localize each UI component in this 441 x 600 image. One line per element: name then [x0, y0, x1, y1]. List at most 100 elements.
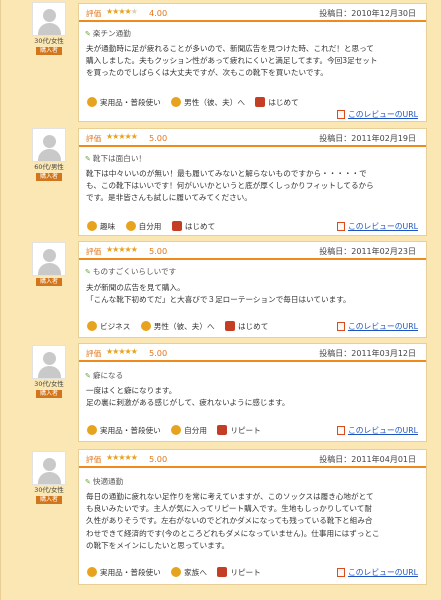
review-title: ✎ ものすごくいらしいです	[85, 267, 177, 276]
review-title: ✎ 癖になる	[85, 371, 124, 380]
gift-icon	[217, 425, 228, 435]
gift-icon	[255, 97, 266, 107]
tag-usage: ビジネス	[100, 322, 131, 331]
pencil-icon: ✎	[85, 372, 91, 380]
posted-date: 投稿日：2010年12月30日	[319, 9, 416, 18]
review-body: 一度はくと癖になります。 足の裏に刺激がある感じがして、疲れないように感じます。	[86, 386, 290, 408]
smile-icon	[87, 425, 97, 435]
link-icon	[336, 109, 345, 119]
rating-label: 評価	[86, 349, 102, 358]
tag-purchase: はじめて	[268, 98, 299, 107]
review-header: 評価 ★★★★★ 5.00 投稿日：2011年03月12日	[79, 344, 426, 362]
link-icon	[336, 567, 345, 577]
reviewer-age: 30代/女性	[34, 37, 64, 45]
review-card: 評価 ★★★★★ 5.00 投稿日：2011年02月19日 ✎ 靴下は面白い！ 靴…	[78, 128, 427, 236]
review-header: 評価 ★★★★★ 5.00 投稿日：2011年04月01日	[79, 450, 426, 468]
star-rating: ★★★★★	[106, 245, 138, 254]
review-title: ✎ 快適通勤	[85, 477, 124, 486]
review-body: 夫が通勤時に足が疲れることが多いので、新聞広告を見つけた時、これだ！と思って 購…	[86, 44, 378, 78]
smile-icon	[87, 321, 97, 331]
tag-purchase: リピート	[230, 426, 261, 435]
reviewer-info: 購入者	[29, 242, 69, 286]
link-icon	[336, 221, 345, 231]
tag-recipient: 家族へ	[184, 568, 207, 577]
review-url-link[interactable]: このレビューのURL	[336, 425, 418, 436]
pencil-icon: ✎	[85, 268, 91, 276]
rating-label: 評価	[86, 455, 102, 464]
rating-label: 評価	[86, 9, 102, 18]
star-rating: ★★★★★	[106, 347, 138, 356]
reviewer-age: 30代/女性	[34, 486, 64, 494]
man-icon	[171, 425, 182, 435]
tag-purchase: はじめて	[237, 322, 269, 331]
review-card: 評価 ★★★★★ 5.00 投稿日：2011年02月23日 ✎ ものすごくいらしい…	[78, 241, 427, 338]
avatar	[32, 242, 66, 276]
reviewer-age: 60代/男性	[34, 163, 64, 171]
purchaser-badge: 購入者	[35, 390, 62, 398]
review-list: 30代/女性 購入者 評価 ★★★★★ 4.00 投稿日：2010年12月30日…	[0, 0, 441, 600]
review-tags: 実用品・普段使い 家族へ リピート	[87, 567, 269, 578]
gift-icon	[171, 221, 182, 231]
rating-score: 5.00	[149, 454, 168, 464]
rating-score: 5.00	[149, 348, 168, 358]
man-icon	[171, 97, 182, 107]
tag-recipient: 男性（彼、夫）へ	[153, 322, 215, 331]
avatar	[32, 345, 66, 379]
review-title: ✎ 靴下は面白い！	[85, 154, 147, 163]
rating-score: 5.00	[149, 246, 168, 256]
posted-date: 投稿日：2011年02月23日	[319, 247, 416, 256]
rating-label: 評価	[86, 134, 102, 143]
tag-usage: 実用品・普段使い	[100, 568, 161, 577]
tag-recipient: 男性（彼、夫）へ	[184, 98, 245, 107]
review-body: 靴下は中々いいのが無い！最も履いてみないと解らないものですから・・・・・で も、…	[86, 169, 374, 203]
avatar	[32, 451, 66, 485]
star-rating: ★★★★★	[106, 7, 138, 16]
review-header: 評価 ★★★★★ 4.00 投稿日：2010年12月30日	[79, 4, 426, 22]
review-url-link[interactable]: このレビューのURL	[336, 109, 418, 120]
reviewer-info: 30代/女性 購入者	[29, 345, 69, 398]
review-url-link[interactable]: このレビューのURL	[336, 321, 418, 332]
avatar	[32, 128, 66, 162]
tag-recipient: 自分用	[138, 222, 162, 231]
man-icon	[125, 221, 136, 231]
reviewer-info: 30代/女性 購入者	[29, 451, 69, 504]
tag-purchase: はじめて	[184, 222, 216, 231]
man-icon	[171, 567, 182, 577]
posted-date: 投稿日：2011年03月12日	[319, 349, 416, 358]
rating-score: 4.00	[149, 8, 168, 18]
purchaser-badge: 購入者	[35, 278, 62, 286]
reviewer-info: 30代/女性 購入者	[29, 2, 69, 55]
purchaser-badge: 購入者	[35, 173, 62, 181]
rating-label: 評価	[86, 247, 102, 256]
review-tags: ビジネス 男性（彼、夫）へ はじめて	[87, 321, 276, 332]
smile-icon	[87, 221, 97, 231]
star-rating: ★★★★★	[106, 132, 138, 141]
gift-icon	[217, 567, 228, 577]
tag-usage: 実用品・普段使い	[100, 426, 161, 435]
avatar	[32, 2, 66, 36]
tag-purchase: リピート	[230, 568, 261, 577]
gift-icon	[224, 321, 235, 331]
review-body: 夫が新聞の広告を見て購入。 「こんな靴下初めてだ」と大喜びで３足ローテーションで…	[86, 283, 351, 305]
review-body: 毎日の通勤に疲れない足作りを常に考えていますが、このソックスは履き心地がとて も…	[86, 492, 380, 550]
tag-usage: 実用品・普段使い	[100, 98, 161, 107]
reviewer-info: 60代/男性 購入者	[29, 128, 69, 181]
review-header: 評価 ★★★★★ 5.00 投稿日：2011年02月19日	[79, 129, 426, 147]
pencil-icon: ✎	[85, 155, 91, 163]
smile-icon	[87, 567, 97, 577]
link-icon	[336, 321, 345, 331]
star-rating: ★★★★★	[106, 453, 138, 462]
pencil-icon: ✎	[85, 478, 91, 486]
purchaser-badge: 購入者	[35, 496, 62, 504]
review-header: 評価 ★★★★★ 5.00 投稿日：2011年02月23日	[79, 242, 426, 260]
review-title: ✎ 楽チン通勤	[85, 29, 131, 38]
review-tags: 実用品・普段使い 男性（彼、夫）へ はじめて	[87, 97, 307, 108]
review-tags: 実用品・普段使い 自分用 リピート	[87, 425, 269, 436]
man-icon	[140, 321, 151, 331]
rating-score: 5.00	[149, 133, 168, 143]
posted-date: 投稿日：2011年02月19日	[319, 134, 416, 143]
tag-recipient: 自分用	[184, 426, 207, 435]
review-url-link[interactable]: このレビューのURL	[336, 567, 418, 578]
purchaser-badge: 購入者	[35, 47, 62, 55]
review-url-link[interactable]: このレビューのURL	[336, 221, 418, 232]
